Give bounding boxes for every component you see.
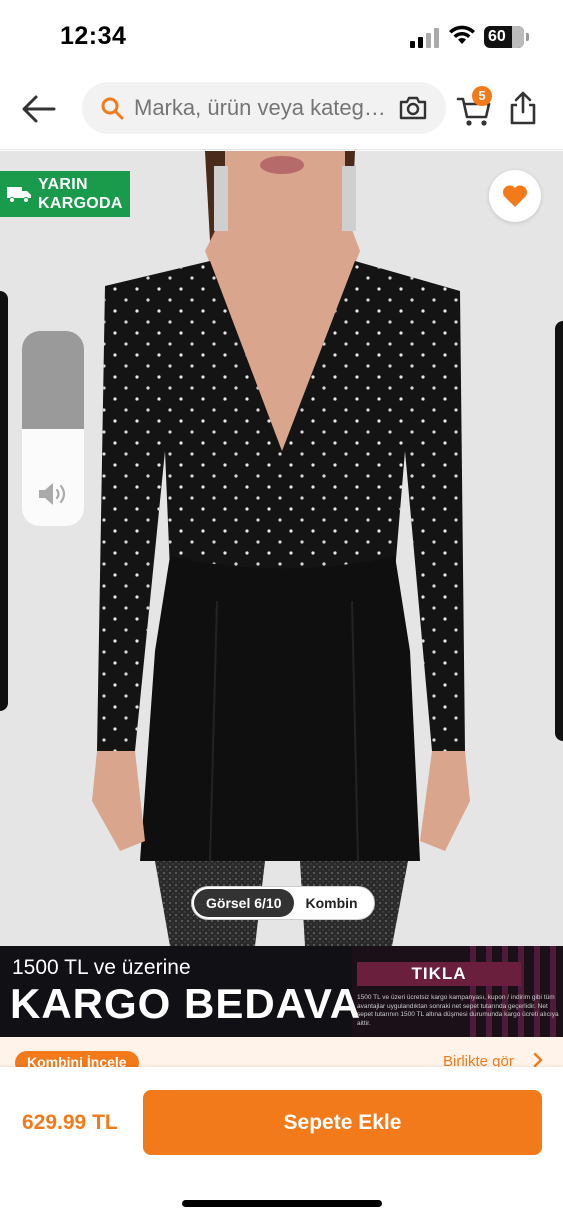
back-arrow-icon[interactable] [20,92,58,126]
camera-icon[interactable] [398,95,428,121]
tab-gorsel[interactable]: Görsel 6/10 [194,889,294,917]
status-bar: 12:34 60 [0,0,563,72]
battery-indicator: 60 [484,26,529,48]
battery-level: 60 [488,28,506,45]
gallery-prev-edge [0,291,8,711]
truck-icon [7,187,31,203]
home-indicator[interactable] [182,1200,382,1207]
promo-fine-print: 1500 TL ve üzeri ücretsiz kargo kampanya… [357,994,559,1027]
cart-count-badge: 5 [472,86,492,106]
image-pager: Görsel 6/10 Kombin [192,887,374,919]
search-input[interactable] [134,82,398,134]
heart-icon [502,185,528,207]
volume-level-fill [22,331,84,429]
combo-strip: Kombini İncele Birlikte gör [0,1037,563,1067]
product-price: 629.99 TL [22,1111,118,1134]
search-icon [101,97,124,120]
product-photo [0,151,563,946]
share-icon[interactable] [508,90,538,126]
speaker-icon [39,483,66,505]
promo-cta-button[interactable]: TIKLA [357,962,521,986]
top-navigation: 5 [0,72,563,150]
delivery-line2: KARGODA [38,195,123,212]
wifi-icon [449,25,475,44]
favorite-button[interactable] [489,170,541,222]
add-to-cart-button[interactable]: Sepete Ekle [143,1090,542,1155]
volume-hud [22,331,84,526]
promo-title: KARGO BEDAVA [10,980,362,1027]
signal-icon [410,28,439,48]
delivery-badge: YARIN KARGODA [0,171,130,217]
status-time: 12:34 [60,22,127,50]
product-image-gallery[interactable]: YARIN KARGODA Görsel 6/10 Kombin [0,151,563,946]
promo-subtitle: 1500 TL ve üzerine [12,956,191,979]
search-bar[interactable] [82,82,446,134]
delivery-line1: YARIN [38,176,88,193]
see-together-link[interactable]: Birlikte gör [443,1053,514,1067]
tab-kombin[interactable]: Kombin [294,889,372,917]
free-shipping-banner[interactable]: 1500 TL ve üzerine KARGO BEDAVA TIKLA 15… [0,946,563,1037]
view-combo-button[interactable]: Kombini İncele [15,1051,139,1067]
gallery-next-edge [555,321,563,741]
chevron-right-icon [533,1052,543,1067]
bottom-purchase-bar: 629.99 TL Sepete Ekle [0,1067,563,1219]
